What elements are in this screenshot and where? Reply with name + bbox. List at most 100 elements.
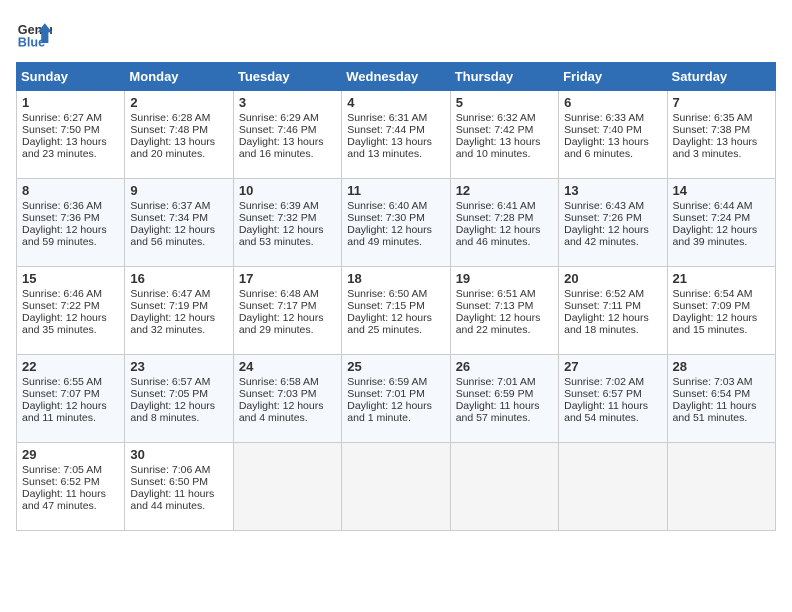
sunrise-text: Sunrise: 6:27 AM — [22, 112, 102, 124]
daylight-text: Daylight: 12 hours and 39 minutes. — [673, 224, 758, 248]
daylight-text: Daylight: 12 hours and 11 minutes. — [22, 400, 107, 424]
calendar-cell — [559, 443, 667, 531]
sunset-text: Sunset: 7:15 PM — [347, 300, 425, 312]
svg-text:Blue: Blue — [18, 36, 45, 50]
day-number: 30 — [130, 447, 227, 462]
calendar-cell: 28Sunrise: 7:03 AMSunset: 6:54 PMDayligh… — [667, 355, 775, 443]
calendar-cell — [342, 443, 450, 531]
daylight-text: Daylight: 12 hours and 4 minutes. — [239, 400, 324, 424]
day-number: 3 — [239, 95, 336, 110]
sunrise-text: Sunrise: 6:58 AM — [239, 376, 319, 388]
sunset-text: Sunset: 7:11 PM — [564, 300, 641, 312]
day-number: 6 — [564, 95, 661, 110]
daylight-text: Daylight: 12 hours and 49 minutes. — [347, 224, 432, 248]
sunset-text: Sunset: 7:01 PM — [347, 388, 425, 400]
sunset-text: Sunset: 6:54 PM — [673, 388, 751, 400]
day-number: 13 — [564, 183, 661, 198]
day-number: 11 — [347, 183, 444, 198]
daylight-text: Daylight: 12 hours and 8 minutes. — [130, 400, 215, 424]
sunset-text: Sunset: 7:22 PM — [22, 300, 100, 312]
day-number: 18 — [347, 271, 444, 286]
calendar-cell: 5Sunrise: 6:32 AMSunset: 7:42 PMDaylight… — [450, 91, 558, 179]
daylight-text: Daylight: 12 hours and 29 minutes. — [239, 312, 324, 336]
day-number: 25 — [347, 359, 444, 374]
calendar-cell: 29 Sunrise: 7:05 AMSunset: 6:52 PMDayligh… — [17, 443, 125, 531]
calendar-cell: 13Sunrise: 6:43 AMSunset: 7:26 PMDayligh… — [559, 179, 667, 267]
day-number: 15 — [22, 271, 119, 286]
calendar-cell: 24Sunrise: 6:58 AMSunset: 7:03 PMDayligh… — [233, 355, 341, 443]
sunset-text: Sunset: 7:46 PM — [239, 124, 317, 136]
sunset-text: Sunset: 6:50 PM — [130, 476, 208, 488]
sunset-text: Sunset: 7:34 PM — [130, 212, 208, 224]
daylight-text: Daylight: 13 hours and 23 minutes. — [22, 136, 107, 160]
calendar-cell: 8Sunrise: 6:36 AMSunset: 7:36 PMDaylight… — [17, 179, 125, 267]
day-number: 28 — [673, 359, 770, 374]
sunrise-text: Sunrise: 6:28 AM — [130, 112, 210, 124]
calendar-week-row: 8Sunrise: 6:36 AMSunset: 7:36 PMDaylight… — [17, 179, 776, 267]
header-day: Wednesday — [342, 63, 450, 91]
day-number: 12 — [456, 183, 553, 198]
daylight-text: Daylight: 13 hours and 20 minutes. — [130, 136, 215, 160]
sunrise-text: Sunrise: 6:31 AM — [347, 112, 427, 124]
day-number: 17 — [239, 271, 336, 286]
sunset-text: Sunset: 7:09 PM — [673, 300, 751, 312]
daylight-text: Daylight: 12 hours and 25 minutes. — [347, 312, 432, 336]
calendar-cell: 4Sunrise: 6:31 AMSunset: 7:44 PMDaylight… — [342, 91, 450, 179]
day-number: 23 — [130, 359, 227, 374]
sunrise-text: Sunrise: 6:46 AM — [22, 288, 102, 300]
header-day: Sunday — [17, 63, 125, 91]
daylight-text: Daylight: 11 hours and 54 minutes. — [564, 400, 648, 424]
calendar-cell: 20Sunrise: 6:52 AMSunset: 7:11 PMDayligh… — [559, 267, 667, 355]
calendar-cell: 6Sunrise: 6:33 AMSunset: 7:40 PMDaylight… — [559, 91, 667, 179]
sunset-text: Sunset: 7:05 PM — [130, 388, 208, 400]
calendar-cell: 26Sunrise: 7:01 AMSunset: 6:59 PMDayligh… — [450, 355, 558, 443]
sunrise-text: Sunrise: 6:33 AM — [564, 112, 644, 124]
sunrise-text: Sunrise: 6:59 AM — [347, 376, 427, 388]
header-day: Friday — [559, 63, 667, 91]
sunset-text: Sunset: 7:36 PM — [22, 212, 100, 224]
sunset-text: Sunset: 7:19 PM — [130, 300, 208, 312]
calendar-cell: 25Sunrise: 6:59 AMSunset: 7:01 PMDayligh… — [342, 355, 450, 443]
day-number: 29 — [22, 447, 119, 462]
daylight-text: Daylight: 13 hours and 10 minutes. — [456, 136, 541, 160]
daylight-text: Daylight: 11 hours and 47 minutes. — [22, 488, 106, 512]
daylight-text: Daylight: 13 hours and 16 minutes. — [239, 136, 324, 160]
header-day: Thursday — [450, 63, 558, 91]
calendar-cell: 17Sunrise: 6:48 AMSunset: 7:17 PMDayligh… — [233, 267, 341, 355]
sunset-text: Sunset: 7:32 PM — [239, 212, 317, 224]
calendar-cell: 9 Sunrise: 6:37 AMSunset: 7:34 PMDaylight… — [125, 179, 233, 267]
calendar-cell: 3Sunrise: 6:29 AMSunset: 7:46 PMDaylight… — [233, 91, 341, 179]
sunrise-text: Sunrise: 6:51 AM — [456, 288, 536, 300]
sunrise-text: Sunrise: 6:37 AM — [130, 200, 210, 212]
daylight-text: Daylight: 12 hours and 56 minutes. — [130, 224, 215, 248]
calendar-week-row: 15 Sunrise: 6:46 AMSunset: 7:22 PM Dayligh… — [17, 267, 776, 355]
daylight-text: Daylight: 11 hours and 44 minutes. — [130, 488, 214, 512]
sunset-text: Sunset: 7:28 PM — [456, 212, 534, 224]
sunrise-text: Sunrise: 6:48 AM — [239, 288, 319, 300]
sunset-text: Sunset: 7:42 PM — [456, 124, 534, 136]
calendar-cell — [667, 443, 775, 531]
daylight-text: Daylight: 11 hours and 57 minutes. — [456, 400, 540, 424]
day-number: 14 — [673, 183, 770, 198]
sunrise-text: Sunrise: 6:41 AM — [456, 200, 536, 212]
day-number: 26 — [456, 359, 553, 374]
calendar-cell: 10Sunrise: 6:39 AMSunset: 7:32 PMDayligh… — [233, 179, 341, 267]
sunrise-text: Sunrise: 6:54 AM — [673, 288, 753, 300]
day-number: 9 — [130, 183, 227, 198]
calendar-week-row: 1Sunrise: 6:27 AMSunset: 7:50 PMDaylight… — [17, 91, 776, 179]
sunset-text: Sunset: 6:59 PM — [456, 388, 534, 400]
sunrise-text: Sunrise: 6:47 AM — [130, 288, 210, 300]
day-number: 24 — [239, 359, 336, 374]
sunrise-text: Sunrise: 7:05 AM — [22, 464, 102, 476]
header-day: Monday — [125, 63, 233, 91]
sunset-text: Sunset: 7:13 PM — [456, 300, 534, 312]
sunrise-text: Sunrise: 6:36 AM — [22, 200, 102, 212]
sunset-text: Sunset: 6:52 PM — [22, 476, 100, 488]
day-number: 7 — [673, 95, 770, 110]
sunset-text: Sunset: 7:38 PM — [673, 124, 751, 136]
calendar-cell: 22Sunrise: 6:55 AMSunset: 7:07 PMDayligh… — [17, 355, 125, 443]
calendar-cell — [450, 443, 558, 531]
sunset-text: Sunset: 7:07 PM — [22, 388, 100, 400]
sunrise-text: Sunrise: 6:39 AM — [239, 200, 319, 212]
sunrise-text: Sunrise: 6:44 AM — [673, 200, 753, 212]
